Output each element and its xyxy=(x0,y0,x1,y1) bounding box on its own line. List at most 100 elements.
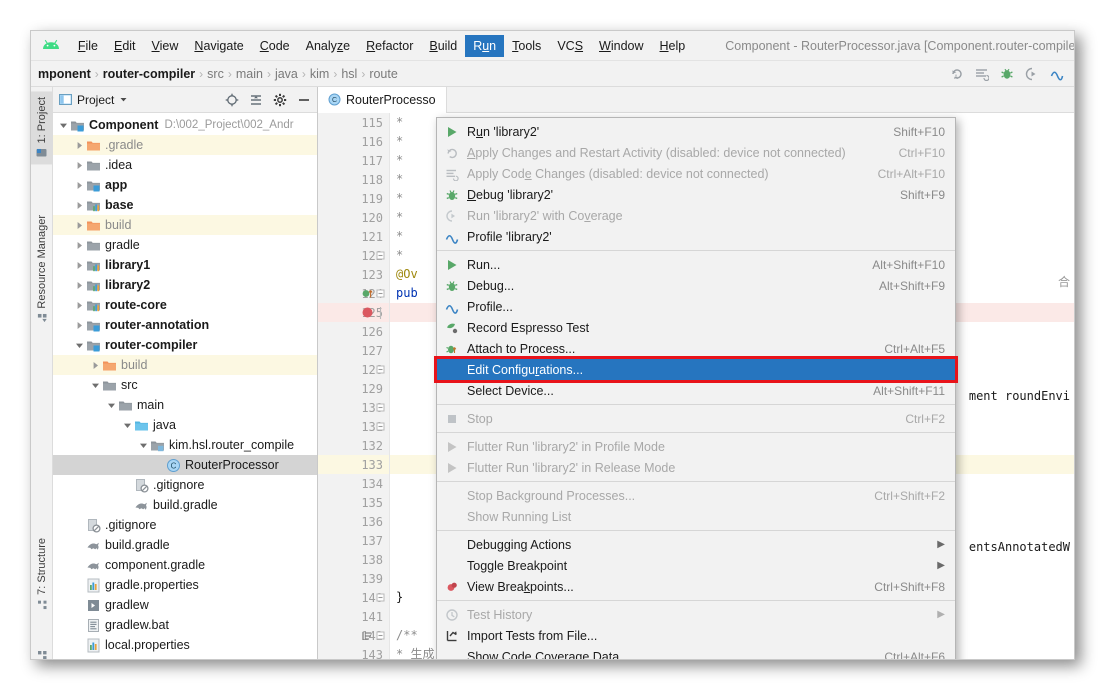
chevron-down-icon[interactable] xyxy=(121,419,134,432)
scroll-from-source-icon[interactable] xyxy=(225,93,239,107)
menu-edit[interactable]: Edit xyxy=(106,35,144,57)
menu-item-show-running-list[interactable]: Show Running List xyxy=(437,506,955,527)
menu-item-apply-changes-and-restart-activity-disabled-device-not-connected[interactable]: Apply Changes and Restart Activity (disa… xyxy=(437,142,955,163)
tree-item-build[interactable]: build xyxy=(53,215,317,235)
menu-build[interactable]: Build xyxy=(421,35,465,57)
gutter-line-139[interactable]: 139 xyxy=(318,569,389,588)
tree-item-gradlew-bat[interactable]: gradlew.bat xyxy=(53,615,317,635)
menu-item-attach-to-process[interactable]: Attach to Process... Ctrl+Alt+F5 xyxy=(437,338,955,359)
chevron-down-icon[interactable] xyxy=(105,399,118,412)
breadcrumb-item-route[interactable]: route xyxy=(366,67,401,81)
menu-tools[interactable]: Tools xyxy=(504,35,549,57)
gutter-line-130[interactable]: 130 xyxy=(318,398,389,417)
menu-analyze[interactable]: Analyze xyxy=(298,35,358,57)
gutter-line-143[interactable]: 143 xyxy=(318,645,389,660)
code-fold-end[interactable] xyxy=(376,364,385,375)
code-fold-start[interactable] xyxy=(376,288,385,299)
tree-item-gradle[interactable]: gradle xyxy=(53,235,317,255)
breadcrumb-item-hsl[interactable]: hsl xyxy=(338,67,360,81)
chevron-right-icon[interactable] xyxy=(73,299,86,312)
chevron-right-icon[interactable] xyxy=(73,179,86,192)
gutter-line-124[interactable]: 124 xyxy=(318,284,389,303)
chevron-down-icon[interactable] xyxy=(89,379,102,392)
menu-item-stop[interactable]: Stop Ctrl+F2 xyxy=(437,408,955,429)
breadcrumb-item-src[interactable]: src xyxy=(204,67,227,81)
gutter-line-127[interactable]: 127 xyxy=(318,341,389,360)
tree-item-build-gradle[interactable]: build.gradle xyxy=(53,495,317,515)
code-fold-end[interactable] xyxy=(376,592,385,603)
profile-icon[interactable] xyxy=(1050,67,1064,81)
code-fold-end[interactable] xyxy=(376,421,385,432)
menu-item-debugging-actions[interactable]: Debugging Actions ▶ xyxy=(437,534,955,555)
tree-item-java[interactable]: java xyxy=(53,415,317,435)
tree-item-library1[interactable]: library1 xyxy=(53,255,317,275)
chevron-right-icon[interactable] xyxy=(73,139,86,152)
menu-item-record-espresso-test[interactable]: Record Espresso Test xyxy=(437,317,955,338)
tree-item--gitignore[interactable]: .gitignore xyxy=(53,515,317,535)
gutter-line-118[interactable]: 118 xyxy=(318,170,389,189)
chevron-right-icon[interactable] xyxy=(89,359,102,372)
chevron-right-icon[interactable] xyxy=(73,319,86,332)
tree-item-router-annotation[interactable]: router-annotation xyxy=(53,315,317,335)
tree-item-routerprocessor[interactable]: C RouterProcessor xyxy=(53,455,317,475)
tree-item-route-core[interactable]: route-core xyxy=(53,295,317,315)
code-fold-end[interactable] xyxy=(376,250,385,261)
gutter-line-134[interactable]: 134 xyxy=(318,474,389,493)
menu-help[interactable]: Help xyxy=(652,35,694,57)
code-fold-mid[interactable] xyxy=(376,307,385,319)
chevron-right-icon[interactable] xyxy=(73,219,86,232)
tree-item-kim-hsl-router-compile[interactable]: kim.hsl.router_compile xyxy=(53,435,317,455)
menu-item-profile-library2[interactable]: Profile 'library2' xyxy=(437,226,955,247)
menu-item-import-tests-from-file[interactable]: Import Tests from File... xyxy=(437,625,955,646)
chevron-down-icon[interactable] xyxy=(57,119,70,132)
sidebar-item-resource-manager[interactable]: Resource Manager xyxy=(31,209,53,330)
breadcrumb-item-main[interactable]: main xyxy=(233,67,266,81)
menu-refactor[interactable]: Refactor xyxy=(358,35,421,57)
breadcrumb-item-kim[interactable]: kim xyxy=(307,67,332,81)
menu-navigate[interactable]: Navigate xyxy=(186,35,251,57)
sidebar-item-favorites[interactable] xyxy=(31,643,53,659)
chevron-down-icon[interactable] xyxy=(137,439,150,452)
breadcrumb-item-router-compiler[interactable]: router-compiler xyxy=(100,67,198,81)
tree-item-src[interactable]: src xyxy=(53,375,317,395)
chevron-right-icon[interactable] xyxy=(73,279,86,292)
gutter-line-136[interactable]: 136 xyxy=(318,512,389,531)
gutter-line-135[interactable]: 135 xyxy=(318,493,389,512)
menu-item-flutter-run-library2-in-profile-mode[interactable]: Flutter Run 'library2' in Profile Mode xyxy=(437,436,955,457)
hide-panel-icon[interactable] xyxy=(297,93,311,107)
menu-code[interactable]: Code xyxy=(252,35,298,57)
sidebar-item-structure[interactable]: 7: Structure xyxy=(31,532,53,616)
gutter-line-140[interactable]: 140 xyxy=(318,588,389,607)
gutter-line-138[interactable]: 138 xyxy=(318,550,389,569)
menu-run[interactable]: Run xyxy=(465,34,505,57)
tree-item--gitignore[interactable]: .gitignore xyxy=(53,475,317,495)
gutter-line-142[interactable]: 142 xyxy=(318,626,389,645)
run-menu-dropdown[interactable]: Run 'library2' Shift+F10 Apply Changes and… xyxy=(434,117,958,660)
tree-item-base[interactable]: base xyxy=(53,195,317,215)
gutter-line-128[interactable]: 128 xyxy=(318,360,389,379)
breadcrumb-item-mponent[interactable]: mponent xyxy=(35,67,94,81)
override-method-icon[interactable] xyxy=(362,288,374,299)
gutter-line-117[interactable]: 117 xyxy=(318,151,389,170)
apply-changes-restart-icon[interactable]: A xyxy=(950,67,964,81)
javadoc-marker-icon[interactable] xyxy=(362,631,373,641)
breadcrumb-item-java[interactable]: java xyxy=(272,67,301,81)
editor-gutter[interactable]: 115 116 117 118 119 120 121 122 123 124125 126 127 1… xyxy=(318,113,390,660)
menu-item-show-code-coverage-data[interactable]: Show Code Coverage Data Ctrl+Alt+F6 xyxy=(437,646,955,660)
menu-item-test-history[interactable]: Test History ▶ xyxy=(437,604,955,625)
menu-item-flutter-run-library2-in-release-mode[interactable]: Flutter Run 'library2' in Release Mode xyxy=(437,457,955,478)
tree-item-main[interactable]: main xyxy=(53,395,317,415)
tree-item--gradle[interactable]: .gradle xyxy=(53,135,317,155)
gutter-line-116[interactable]: 116 xyxy=(318,132,389,151)
menu-view[interactable]: View xyxy=(144,35,187,57)
tree-item-build-gradle[interactable]: build.gradle xyxy=(53,535,317,555)
chevron-down-icon[interactable] xyxy=(119,95,128,104)
gutter-line-119[interactable]: 119 xyxy=(318,189,389,208)
tree-item-local-properties[interactable]: local.properties xyxy=(53,635,317,655)
tree-item-gradle-properties[interactable]: gradle.properties xyxy=(53,575,317,595)
chevron-right-icon[interactable] xyxy=(73,239,86,252)
menu-file[interactable]: File xyxy=(70,35,106,57)
menu-item-debug-library2[interactable]: Debug 'library2' Shift+F9 xyxy=(437,184,955,205)
menu-item-toggle-breakpoint[interactable]: Toggle Breakpoint ▶ xyxy=(437,555,955,576)
chevron-right-icon[interactable] xyxy=(73,199,86,212)
